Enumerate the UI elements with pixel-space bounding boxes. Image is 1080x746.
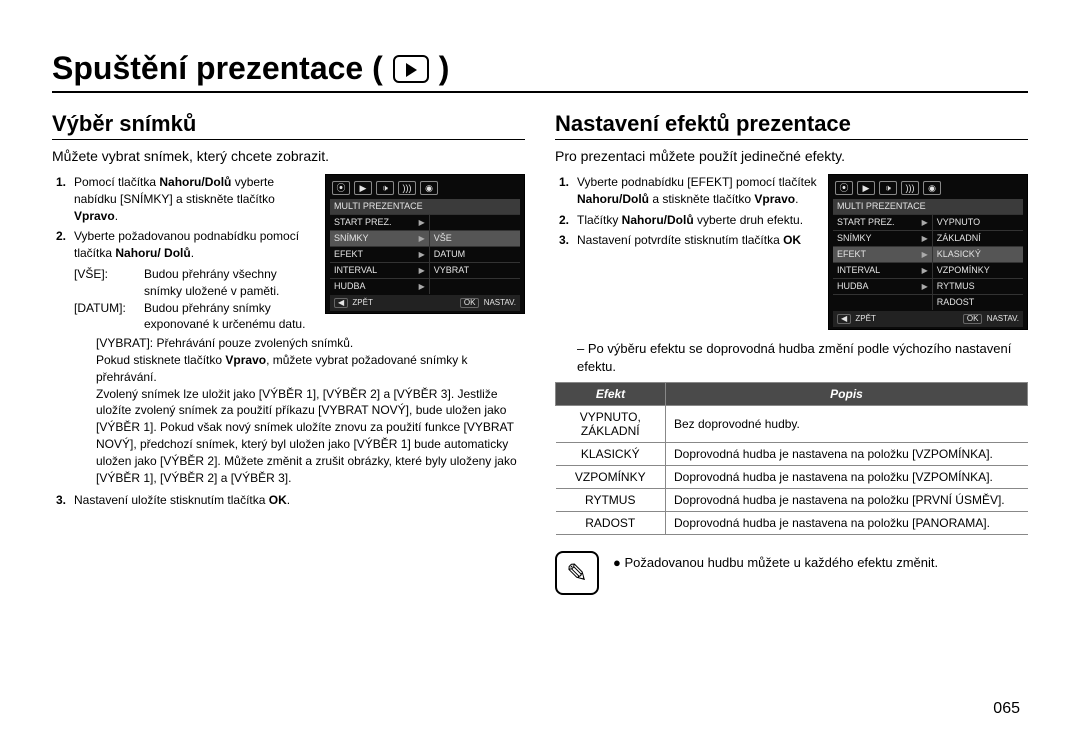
left-step-3: 3.Nastavení uložíte stisknutím tlačítka … bbox=[74, 492, 525, 509]
cam-menu-right bbox=[429, 214, 520, 230]
table-row: RADOSTDoprovodná hudba je nastavena na p… bbox=[556, 512, 1028, 535]
cam-iconbar: ⦿ ▶ 🕩 ))) ◉ bbox=[330, 179, 520, 199]
table-row: VZPOMÍNKYDoprovodná hudba je nastavena n… bbox=[556, 466, 1028, 489]
cam-icon: ▶ bbox=[354, 181, 372, 195]
cam-iconbar: ⦿ ▶ 🕩 ))) ◉ bbox=[833, 179, 1023, 199]
cam-icon: ⦿ bbox=[835, 181, 853, 195]
cam-back: ◀◀ ZPĚT ZPĚT bbox=[334, 298, 373, 308]
left-heading: Výběr snímků bbox=[52, 111, 525, 137]
left-step-2: 2.Vyberte požadovanou podnabídku pomocí … bbox=[74, 228, 315, 262]
right-step-1: 1.Vyberte podnabídku [EFEKT] pomocí tlač… bbox=[577, 174, 818, 208]
left-steps: 1.Pomocí tlačítka Nahoru/Dolů vyberte na… bbox=[52, 174, 315, 333]
effect-desc: Doprovodná hudba je nastavena na položku… bbox=[666, 489, 1028, 512]
cam-menu-left: EFEKT▶ bbox=[330, 246, 429, 262]
cam-menu-right: RYTMUS bbox=[932, 278, 1023, 294]
cam-menu-left: START PREZ.▶ bbox=[833, 214, 932, 230]
cam-menu-right: KLASICKÝ bbox=[932, 246, 1023, 262]
table-row: RYTMUSDoprovodná hudba je nastavena na p… bbox=[556, 489, 1028, 512]
right-heading: Nastavení efektů prezentace bbox=[555, 111, 1028, 137]
left-vybrat-block: [VYBRAT]: Přehrávání pouze zvolených sní… bbox=[52, 335, 525, 486]
left-step-1: 1.Pomocí tlačítka Nahoru/Dolů vyberte na… bbox=[74, 174, 315, 224]
cam-icon: ◉ bbox=[420, 181, 438, 195]
right-steps: 1.Vyberte podnabídku [EFEKT] pomocí tlač… bbox=[555, 174, 818, 330]
cam-menu-left bbox=[833, 294, 932, 310]
cam-ok: OK NASTAV. bbox=[460, 298, 516, 308]
cam-icon: ▶ bbox=[857, 181, 875, 195]
table-row: VYPNUTO, ZÁKLADNÍBez doprovodné hudby. bbox=[556, 406, 1028, 443]
right-after: – Po výběru efektu se doprovodná hudba z… bbox=[555, 340, 1028, 376]
left-defs: [VŠE]:Budou přehrány všechny snímky ulož… bbox=[52, 266, 315, 333]
cam-menu-left: HUDBA▶ bbox=[330, 278, 429, 294]
note-text: Požadovanou hudbu můžete u každého efekt… bbox=[613, 551, 938, 570]
right-step-2: 2.Tlačítky Nahoru/Dolů vyberte druh efek… bbox=[577, 212, 818, 229]
effect-name: KLASICKÝ bbox=[556, 443, 666, 466]
cam-menu-right: VYBRAT bbox=[429, 262, 520, 278]
cam-menu-left: SNÍMKY▶ bbox=[833, 230, 932, 246]
cam-menu-right: VYPNUTO bbox=[932, 214, 1023, 230]
cam-header: MULTI PREZENTACE bbox=[833, 199, 1023, 214]
cam-icon: ◉ bbox=[923, 181, 941, 195]
cam-menu-left: EFEKT▶ bbox=[833, 246, 932, 262]
title-text: Spuštění prezentace ( bbox=[52, 50, 383, 87]
note: ✎ Požadovanou hudbu můžete u každého efe… bbox=[555, 551, 1028, 595]
page-number: 065 bbox=[993, 700, 1020, 718]
effect-name: VYPNUTO, ZÁKLADNÍ bbox=[556, 406, 666, 443]
effect-name: RADOST bbox=[556, 512, 666, 535]
cam-back: ◀ ZPĚT bbox=[837, 314, 876, 324]
cam-menu-left: HUDBA▶ bbox=[833, 278, 932, 294]
cam-menu-right: RADOST bbox=[932, 294, 1023, 310]
cam-menu-right: DATUM bbox=[429, 246, 520, 262]
cam-menu-left: SNÍMKY▶ bbox=[330, 230, 429, 246]
page-title: Spuštění prezentace ( ) bbox=[52, 50, 1028, 87]
effects-table: Efekt Popis VYPNUTO, ZÁKLADNÍBez doprovo… bbox=[555, 382, 1028, 535]
right-divider bbox=[555, 139, 1028, 140]
cam-menu-right bbox=[429, 278, 520, 294]
cam-icon: ⦿ bbox=[332, 181, 350, 195]
cam-icon: 🕩 bbox=[376, 181, 394, 195]
cam-icon: ))) bbox=[901, 181, 919, 195]
cam-icon: 🕩 bbox=[879, 181, 897, 195]
cam-menu-left: INTERVAL▶ bbox=[833, 262, 932, 278]
cam-menu-right: VZPOMÍNKY bbox=[932, 262, 1023, 278]
right-intro: Pro prezentaci můžete použít jedinečné e… bbox=[555, 148, 1028, 164]
effect-desc: Doprovodná hudba je nastavena na položku… bbox=[666, 443, 1028, 466]
cam-menu-left: START PREZ.▶ bbox=[330, 214, 429, 230]
title-text-close: ) bbox=[439, 50, 450, 87]
left-column: Výběr snímků Můžete vybrat snímek, který… bbox=[52, 111, 525, 595]
table-header-desc: Popis bbox=[666, 383, 1028, 406]
right-cam-screenshot: ⦿ ▶ 🕩 ))) ◉ MULTI PREZENTACE START PREZ.… bbox=[828, 174, 1028, 330]
cam-menu-right: VŠE bbox=[429, 230, 520, 246]
effect-desc: Bez doprovodné hudby. bbox=[666, 406, 1028, 443]
cam-header: MULTI PREZENTACE bbox=[330, 199, 520, 214]
cam-menu-left: INTERVAL▶ bbox=[330, 262, 429, 278]
table-header-effect: Efekt bbox=[556, 383, 666, 406]
effect-desc: Doprovodná hudba je nastavena na položku… bbox=[666, 512, 1028, 535]
table-row: KLASICKÝDoprovodná hudba je nastavena na… bbox=[556, 443, 1028, 466]
right-column: Nastavení efektů prezentace Pro prezenta… bbox=[555, 111, 1028, 595]
left-intro: Můžete vybrat snímek, který chcete zobra… bbox=[52, 148, 525, 164]
pencil-icon: ✎ bbox=[555, 551, 599, 595]
cam-icon: ))) bbox=[398, 181, 416, 195]
cam-ok: OK NASTAV. bbox=[963, 314, 1019, 324]
effect-name: RYTMUS bbox=[556, 489, 666, 512]
effect-name: VZPOMÍNKY bbox=[556, 466, 666, 489]
play-icon bbox=[393, 55, 429, 83]
right-step-3: 3.Nastavení potvrdíte stisknutím tlačítk… bbox=[577, 232, 818, 249]
title-divider bbox=[52, 91, 1028, 93]
cam-menu-right: ZÁKLADNÍ bbox=[932, 230, 1023, 246]
left-cam-screenshot: ⦿ ▶ 🕩 ))) ◉ MULTI PREZENTACE START PREZ.… bbox=[325, 174, 525, 314]
left-divider bbox=[52, 139, 525, 140]
effect-desc: Doprovodná hudba je nastavena na položku… bbox=[666, 466, 1028, 489]
